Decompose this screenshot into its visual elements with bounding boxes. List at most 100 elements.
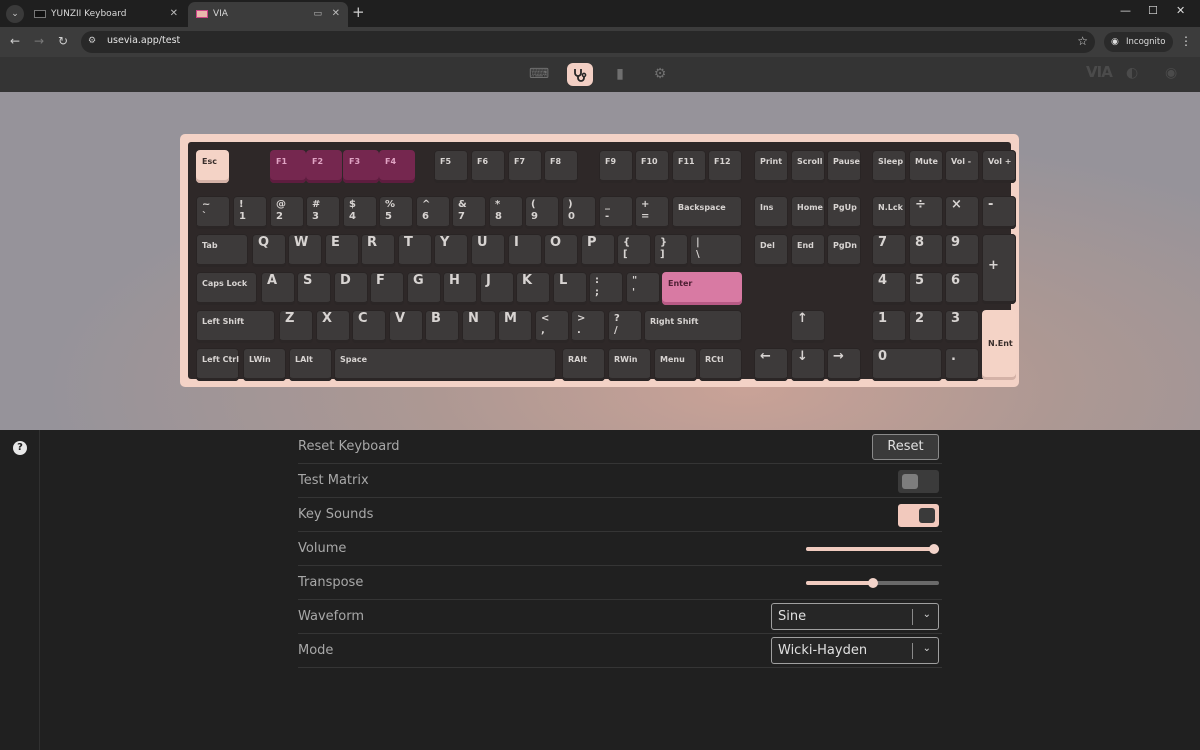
mode-select[interactable]: Wicki-Hayden ⌄: [771, 637, 939, 664]
key-rwin[interactable]: RWin: [608, 348, 651, 381]
waveform-select[interactable]: Sine ⌄: [771, 603, 939, 630]
key-f12[interactable]: F12: [708, 150, 742, 183]
settings-icon[interactable]: ⚙: [647, 63, 673, 86]
key-o[interactable]: O: [544, 234, 578, 267]
key-num0[interactable]: 0: [872, 348, 942, 381]
keyboard-icon[interactable]: ⌨: [526, 63, 552, 86]
key-f6[interactable]: F6: [471, 150, 505, 183]
key-print[interactable]: Print: [754, 150, 788, 183]
maximize-icon[interactable]: ☐: [1148, 4, 1158, 17]
key-z[interactable]: Z: [279, 310, 313, 343]
volume-slider[interactable]: [806, 544, 939, 554]
key-t[interactable]: T: [398, 234, 432, 267]
close-window-icon[interactable]: ✕: [1176, 4, 1185, 17]
key-multiply[interactable]: ×: [945, 196, 979, 229]
key-rbracket[interactable]: } ]: [654, 234, 688, 267]
key-esc[interactable]: Esc: [196, 150, 229, 183]
site-info-icon[interactable]: ⚙: [88, 36, 100, 48]
key-down[interactable]: ↓: [791, 348, 825, 381]
key-end[interactable]: End: [791, 234, 825, 267]
key-k[interactable]: K: [516, 272, 550, 305]
browser-menu-icon[interactable]: ⋮: [1180, 34, 1192, 48]
key-f1[interactable]: F1: [270, 150, 306, 183]
key-minus[interactable]: _ -: [599, 196, 633, 229]
key-r[interactable]: R: [361, 234, 395, 267]
key-enter[interactable]: Enter: [662, 272, 742, 305]
key-num7[interactable]: 7: [872, 234, 906, 267]
key-backspace[interactable]: Backspace: [672, 196, 742, 229]
incognito-badge[interactable]: ◉ Incognito: [1104, 32, 1174, 52]
key-ins[interactable]: Ins: [754, 196, 788, 229]
key-c[interactable]: C: [352, 310, 386, 343]
key-f4[interactable]: F4: [379, 150, 415, 183]
key-d[interactable]: D: [334, 272, 368, 305]
reload-icon[interactable]: ↻: [58, 34, 68, 48]
key-num5[interactable]: 5: [909, 272, 943, 305]
key-f7[interactable]: F7: [508, 150, 542, 183]
key-num3[interactable]: 3: [945, 310, 979, 343]
key-e[interactable]: E: [325, 234, 359, 267]
key-4[interactable]: $ 4: [343, 196, 377, 229]
chevron-down-icon[interactable]: ⌄: [923, 643, 931, 654]
key-num9[interactable]: 9: [945, 234, 979, 267]
design-icon[interactable]: ▮: [607, 63, 633, 86]
key-0[interactable]: ) 0: [562, 196, 596, 229]
key-backslash[interactable]: | \: [690, 234, 742, 267]
key-num8[interactable]: 8: [909, 234, 943, 267]
key-8[interactable]: * 8: [489, 196, 523, 229]
key-lbracket[interactable]: { [: [617, 234, 651, 267]
key-num4[interactable]: 4: [872, 272, 906, 305]
key-q[interactable]: Q: [252, 234, 286, 267]
key-pgup[interactable]: PgUp: [827, 196, 861, 229]
key-num2[interactable]: 2: [909, 310, 943, 343]
key-tab[interactable]: Tab: [196, 234, 248, 267]
key-i[interactable]: I: [508, 234, 542, 267]
key-mute[interactable]: Mute: [909, 150, 943, 183]
key-up[interactable]: ↑: [791, 310, 825, 343]
reset-button[interactable]: Reset: [872, 434, 939, 460]
slider-thumb[interactable]: [867, 578, 878, 588]
key-3[interactable]: # 3: [306, 196, 340, 229]
key-semicolon[interactable]: : ;: [589, 272, 623, 305]
tab-yunzii[interactable]: YUNZII Keyboard ✕: [26, 2, 186, 27]
close-tab-icon[interactable]: ✕: [332, 2, 340, 26]
key-vol-down[interactable]: Vol -: [945, 150, 979, 183]
discord-icon[interactable]: ◐: [1126, 65, 1138, 81]
chevron-down-icon[interactable]: ⌄: [923, 609, 931, 620]
key-g[interactable]: G: [407, 272, 441, 305]
key-1[interactable]: ! 1: [233, 196, 267, 229]
bookmark-star-icon[interactable]: ☆: [1077, 34, 1088, 48]
slider-thumb[interactable]: [929, 544, 939, 554]
key-m[interactable]: M: [498, 310, 532, 343]
key-u[interactable]: U: [471, 234, 505, 267]
key-pause[interactable]: Pause: [827, 150, 861, 183]
key-left[interactable]: ←: [754, 348, 788, 381]
tab-via[interactable]: VIA ▭ ✕: [188, 2, 348, 27]
key-lwin[interactable]: LWin: [243, 348, 286, 381]
key-num6[interactable]: 6: [945, 272, 979, 305]
key-scroll[interactable]: Scroll: [791, 150, 825, 183]
key-sleep[interactable]: Sleep: [872, 150, 906, 183]
key-grave[interactable]: ~ `: [196, 196, 230, 229]
key-s[interactable]: S: [297, 272, 331, 305]
key-num-plus[interactable]: +: [982, 234, 1016, 304]
key-f10[interactable]: F10: [635, 150, 669, 183]
key-comma[interactable]: < ,: [535, 310, 569, 343]
key-pgdn[interactable]: PgDn: [827, 234, 861, 267]
key-f[interactable]: F: [370, 272, 404, 305]
key-nent[interactable]: N.Ent: [982, 310, 1016, 380]
key-v[interactable]: V: [389, 310, 423, 343]
minimize-icon[interactable]: —: [1120, 4, 1131, 17]
key-f2[interactable]: F2: [306, 150, 342, 183]
key-del[interactable]: Del: [754, 234, 788, 267]
key-ralt[interactable]: RAlt: [562, 348, 605, 381]
key-quote[interactable]: " ': [626, 272, 660, 305]
key-2[interactable]: @ 2: [270, 196, 304, 229]
key-7[interactable]: & 7: [452, 196, 486, 229]
github-icon[interactable]: ◉: [1165, 65, 1177, 81]
transpose-slider[interactable]: [806, 578, 939, 588]
address-bar[interactable]: ⚙ usevia.app/test ☆: [81, 31, 1095, 53]
key-n[interactable]: N: [462, 310, 496, 343]
key-p[interactable]: P: [581, 234, 615, 267]
key-slash[interactable]: ? /: [608, 310, 642, 343]
